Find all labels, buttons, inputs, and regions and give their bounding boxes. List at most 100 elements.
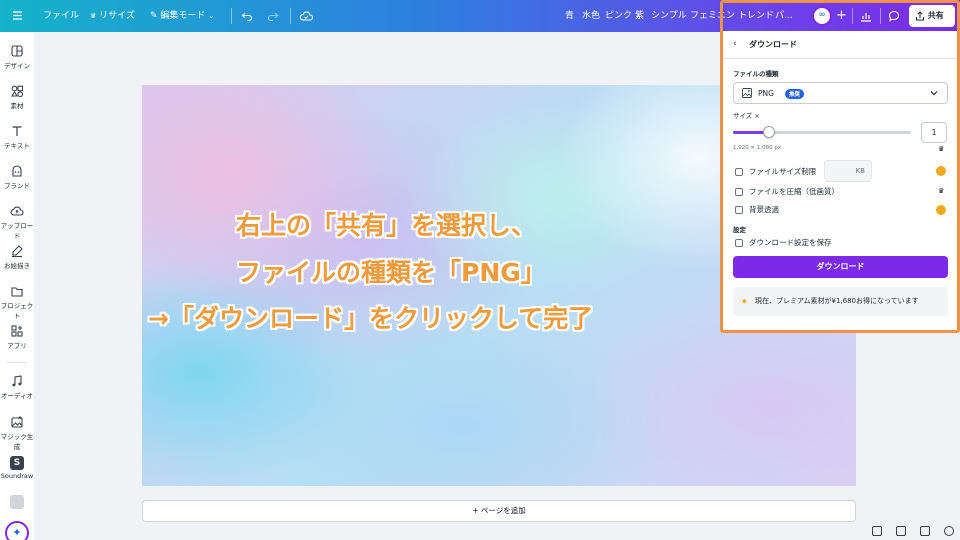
- compress-label: ファイルを圧縮（低画質）: [749, 187, 839, 196]
- sidebar-item-label: デザイン: [4, 62, 30, 70]
- transparent-bg-option[interactable]: 背景透過: [735, 204, 779, 215]
- apps-icon: [11, 325, 23, 337]
- sidebar-item-projects[interactable]: プロジェクト: [0, 284, 34, 320]
- tag-feminine[interactable]: フェミニン: [690, 0, 735, 32]
- promo-text: 現在、プレミアム素材が¥1,680お得になっています: [755, 297, 919, 305]
- edit-mode-label: 編集モード: [160, 11, 206, 21]
- panel-divider: [723, 58, 957, 59]
- sidebar-item-magic-generate[interactable]: マジック生成: [0, 415, 34, 451]
- sidebar-item-label: オーディオ: [0, 392, 34, 400]
- redo-icon[interactable]: [267, 0, 279, 32]
- sidebar-item-label: マジック生成: [0, 433, 34, 451]
- sidebar-item-label: Soundraw: [0, 472, 34, 480]
- crown-icon: ♛: [938, 187, 945, 195]
- share-label: 共有: [927, 11, 944, 20]
- sidebar-item-upload[interactable]: アップロード: [0, 204, 34, 240]
- size-slider-handle[interactable]: [762, 126, 775, 138]
- add-collaborator-icon[interactable]: +: [836, 0, 847, 32]
- music-icon: [12, 375, 22, 387]
- sidebar-item-elements[interactable]: 素材: [0, 84, 34, 110]
- download-panel: ‹ ダウンロード ファイルの種類 PNG 推奨 サイズ × 1 1,920 × …: [723, 31, 957, 330]
- tag-purple[interactable]: 紫: [635, 0, 644, 32]
- comment-icon[interactable]: [888, 0, 900, 32]
- tag-more[interactable]: パ...: [775, 0, 793, 32]
- brand-icon: [12, 165, 22, 177]
- fullscreen-icon[interactable]: [920, 526, 930, 536]
- tag-simple[interactable]: シンプル: [651, 0, 687, 32]
- share-icon: [915, 10, 928, 20]
- sparkle-icon: ✷: [741, 297, 748, 306]
- magic-image-icon: [11, 416, 23, 428]
- tag-pink[interactable]: ピンク: [605, 0, 632, 32]
- dimensions-text: 1,920 × 1,080 px: [733, 145, 782, 151]
- settings-label: 設定: [733, 226, 746, 234]
- compress-checkbox[interactable]: [735, 188, 743, 196]
- sidebar-item-label: アプリ: [7, 342, 27, 350]
- sidebar-item-label: お絵描き: [4, 262, 30, 270]
- magic-assistant-icon[interactable]: ✦: [5, 521, 29, 540]
- sidebar-item-label: テキスト: [4, 142, 30, 150]
- kb-input[interactable]: KB: [824, 160, 872, 182]
- toolbar-divider: [290, 8, 291, 24]
- cloud-upload-icon: [10, 206, 24, 216]
- panel-title: ダウンロード: [749, 40, 797, 49]
- filesize-limit-checkbox[interactable]: [735, 168, 743, 176]
- file-menu[interactable]: ファイル: [43, 0, 79, 32]
- top-toolbar: ファイル ♛ リサイズ ✎ 編集モード ⌄ 青 水色 ピンク 紫 シンプル フェ…: [0, 0, 960, 32]
- sidebar-item-apps[interactable]: アプリ: [0, 324, 34, 350]
- back-chevron-icon[interactable]: ‹: [733, 39, 737, 49]
- folder-icon: [11, 287, 23, 297]
- add-page-button[interactable]: + ページを追加: [142, 500, 856, 522]
- tag-trend[interactable]: トレンド: [738, 0, 774, 32]
- insights-icon[interactable]: [860, 0, 872, 32]
- save-settings-checkbox[interactable]: [735, 239, 743, 247]
- help-icon[interactable]: [944, 526, 954, 536]
- tag-light-blue[interactable]: 水色: [582, 0, 600, 32]
- sidebar-item-app-extra[interactable]: [0, 495, 34, 511]
- sidebar-item-label: プロジェクト: [0, 302, 34, 320]
- share-button[interactable]: 共有: [909, 5, 955, 27]
- hamburger-icon[interactable]: [12, 0, 23, 32]
- undo-icon[interactable]: [241, 0, 253, 32]
- crown-icon: ♛: [90, 12, 97, 20]
- tag-blue[interactable]: 青: [565, 0, 574, 32]
- size-slider[interactable]: [733, 126, 911, 138]
- layout-icon: [11, 45, 23, 57]
- resize-label: リサイズ: [99, 11, 135, 21]
- resize-button[interactable]: ♛ リサイズ: [90, 0, 135, 32]
- size-label: サイズ ×: [733, 112, 760, 120]
- avatar[interactable]: ∞: [812, 6, 832, 26]
- pen-icon: [12, 245, 23, 258]
- toolbar-divider: [231, 8, 232, 24]
- sidebar-item-soundraw[interactable]: S Soundraw: [0, 456, 34, 480]
- left-sidebar: デザイン 素材 テキスト ブランド アップロード お絵描き プロジェクト アプリ…: [0, 32, 34, 540]
- sidebar-item-draw[interactable]: お絵描き: [0, 244, 34, 270]
- file-type-label: ファイルの種類: [733, 70, 779, 78]
- sidebar-item-text[interactable]: テキスト: [0, 124, 34, 150]
- sidebar-item-label: 素材: [10, 102, 24, 110]
- compress-option[interactable]: ファイルを圧縮（低画質）: [735, 186, 839, 197]
- filesize-limit-label: ファイルサイズ制限: [749, 167, 817, 176]
- filesize-limit-option[interactable]: ファイルサイズ制限: [735, 166, 816, 177]
- download-button[interactable]: ダウンロード: [733, 256, 948, 278]
- crown-icon: ♛: [938, 145, 945, 153]
- file-type-select[interactable]: PNG 推奨: [733, 82, 948, 104]
- cloud-sync-icon[interactable]: [299, 0, 314, 32]
- instruction-line-1: 右上の「共有」を選択し、: [236, 211, 537, 240]
- soundraw-icon: S: [10, 456, 24, 470]
- edit-mode-button[interactable]: ✎ 編集モード ⌄: [150, 0, 214, 32]
- sidebar-item-brand[interactable]: ブランド: [0, 164, 34, 190]
- sidebar-item-audio[interactable]: オーディオ: [0, 374, 34, 400]
- transparent-bg-checkbox[interactable]: [735, 206, 743, 214]
- sidebar-item-label: ブランド: [4, 182, 30, 190]
- toolbar-divider: [852, 8, 853, 24]
- page-view-icon[interactable]: [872, 526, 882, 536]
- sidebar-item-design[interactable]: デザイン: [0, 44, 34, 70]
- size-input[interactable]: 1: [921, 122, 947, 143]
- toolbar-divider: [880, 8, 881, 24]
- avatar-icon: ∞: [812, 6, 832, 26]
- save-settings-option[interactable]: ダウンロード設定を保存: [735, 237, 832, 248]
- instruction-line-2: ファイルの種類を「PNG」: [236, 258, 546, 287]
- grid-view-icon[interactable]: [896, 526, 906, 536]
- pencil-icon: ✎: [150, 11, 158, 21]
